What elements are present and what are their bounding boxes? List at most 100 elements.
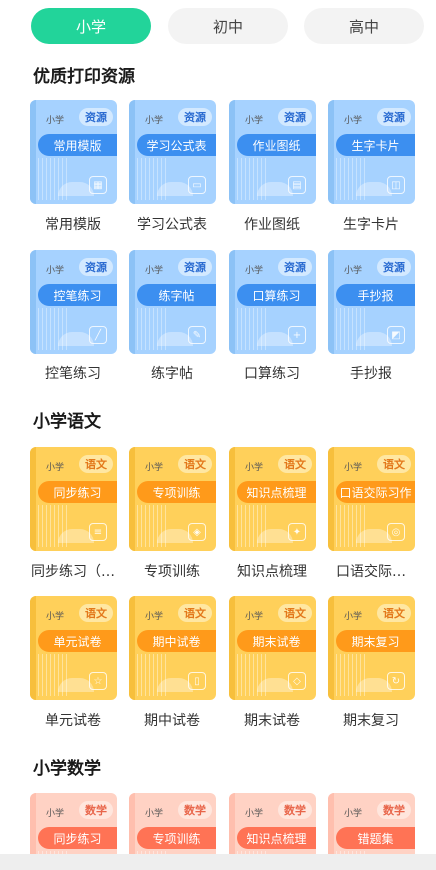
card-label[interactable]: 期末复习 — [323, 710, 419, 730]
card-subject-badge: 资源 — [377, 258, 411, 276]
card-label[interactable]: 期末试卷 — [224, 710, 320, 730]
brush-icon: ✎ — [188, 326, 206, 344]
card-subject-badge: 数学 — [278, 801, 312, 819]
resource-card[interactable]: 小学 资源 手抄报 ◩ — [328, 250, 415, 354]
card-label[interactable]: 专项训练 — [124, 561, 220, 581]
card-subject-badge: 数学 — [377, 801, 411, 819]
tab-primary[interactable]: 小学 — [31, 8, 151, 44]
card-subject-badge: 资源 — [278, 258, 312, 276]
grade-tabs: 小学 初中 高中 — [31, 8, 424, 44]
card-subject-badge: 资源 — [278, 108, 312, 126]
card-ribbon-title: 生字卡片 — [336, 134, 415, 156]
resource-card[interactable]: 小学 语文 期中试卷 ▯ — [129, 596, 216, 700]
card-label[interactable]: 同步练习（… — [25, 561, 121, 581]
card-ribbon-title: 知识点梳理 — [237, 827, 316, 849]
card-subject-badge: 语文 — [79, 455, 113, 473]
pen-icon: ╱ — [89, 326, 107, 344]
bottom-bar — [0, 854, 436, 870]
card-ribbon-title: 手抄报 — [336, 284, 415, 306]
card-grade: 小学 — [46, 266, 65, 276]
book-spine — [30, 447, 36, 551]
section-title-print-resources: 优质打印资源 — [33, 67, 135, 87]
card-ribbon-title: 口算练习 — [237, 284, 316, 306]
card-ribbon-title: 期末试卷 — [237, 630, 316, 652]
resource-card[interactable]: 小学 资源练字帖 ✎ — [129, 250, 216, 354]
bulb-icon: ✦ — [288, 523, 306, 541]
card-subject-badge: 资源 — [79, 108, 113, 126]
card-label[interactable]: 手抄报 — [323, 363, 419, 383]
card-ribbon-title: 常用模版 — [38, 134, 117, 156]
test-icon: ◇ — [288, 672, 306, 690]
card-label[interactable]: 控笔练习 — [25, 363, 121, 383]
grid-icon: ▦ — [89, 176, 107, 194]
resource-card[interactable]: 小学 资源 生字卡片 ◫ — [328, 100, 415, 204]
resource-card[interactable]: 小学 语文 期末试卷 ◇ — [229, 596, 316, 700]
resource-card[interactable]: 小学 语文 口语交际习作 ◎ — [328, 447, 415, 551]
resource-card[interactable]: 小学 资源 口算练习 + — [229, 250, 316, 354]
book-spine — [30, 250, 36, 354]
card-subject-badge: 数学 — [178, 801, 212, 819]
card-subject-badge: 数学 — [79, 801, 113, 819]
book-spine — [129, 447, 135, 551]
card-ribbon-title: 错题集 — [336, 827, 415, 849]
card-ribbon-title: 期中试卷 — [137, 630, 216, 652]
resource-card[interactable]: 小学 资源 作业图纸 ▤ — [229, 100, 316, 204]
card-subject-badge: 资源 — [178, 258, 212, 276]
card-label[interactable]: 作业图纸 — [224, 214, 320, 234]
resource-card[interactable]: 小学 资源 学习公式表 ▭ — [129, 100, 216, 204]
card-grade: 小学 — [145, 266, 164, 276]
card-label[interactable]: 常用模版 — [25, 214, 121, 234]
card-grade: 小学 — [344, 266, 363, 276]
resource-card[interactable]: 小学 语文 专项训练 ◈ — [129, 447, 216, 551]
resource-card[interactable]: 小学 语文 同步练习 ≡ — [30, 447, 117, 551]
card-subject-badge: 资源 — [178, 108, 212, 126]
card-ribbon-title: 期末复习 — [336, 630, 415, 652]
section-title-math: 小学数学 — [33, 759, 101, 779]
tab-junior-high[interactable]: 初中 — [168, 8, 288, 44]
card-grade: 小学 — [245, 463, 264, 473]
card-subject-badge: 资源 — [377, 108, 411, 126]
tab-senior-high[interactable]: 高中 — [304, 8, 424, 44]
card-grade: 小学 — [245, 266, 264, 276]
card-grade: 小学 — [344, 612, 363, 622]
card-label[interactable]: 期中试卷 — [124, 710, 220, 730]
book-spine — [129, 250, 135, 354]
card-icon: ◫ — [387, 176, 405, 194]
card-label[interactable]: 学习公式表 — [124, 214, 220, 234]
card-label[interactable]: 生字卡片 — [323, 214, 419, 234]
card-ribbon-title: 口语交际习作 — [336, 481, 415, 503]
book-spine — [129, 596, 135, 700]
chart-icon: ▭ — [188, 176, 206, 194]
book-spine — [30, 596, 36, 700]
card-subject-badge: 语文 — [278, 455, 312, 473]
card-grade: 小学 — [145, 809, 164, 819]
book-spine — [229, 100, 235, 204]
book-spine — [229, 250, 235, 354]
resource-card[interactable]: 小学 语文 单元试卷 ☆ — [30, 596, 117, 700]
card-ribbon-title: 练字帖 — [137, 284, 216, 306]
resource-card[interactable]: 小学 语文 知识点梳理 ✦ — [229, 447, 316, 551]
book-spine — [328, 596, 334, 700]
resource-card[interactable]: 小学 资源 控笔练习 ╱ — [30, 250, 117, 354]
card-ribbon-title: 专项训练 — [137, 481, 216, 503]
card-grade: 小学 — [145, 463, 164, 473]
card-label[interactable]: 知识点梳理 — [224, 561, 320, 581]
book-spine — [229, 596, 235, 700]
card-ribbon-title: 同步练习 — [38, 481, 117, 503]
resource-card[interactable]: 小学 语文 期末复习 ↻ — [328, 596, 415, 700]
card-subject-badge: 语文 — [377, 455, 411, 473]
card-label[interactable]: 单元试卷 — [25, 710, 121, 730]
card-label[interactable]: 口语交际… — [323, 561, 419, 581]
card-grade: 小学 — [145, 612, 164, 622]
section-title-chinese: 小学语文 — [33, 412, 101, 432]
book-spine — [328, 447, 334, 551]
book-spine — [328, 250, 334, 354]
review-icon: ↻ — [387, 672, 405, 690]
speech-icon: ◎ — [387, 523, 405, 541]
card-label[interactable]: 练字帖 — [124, 363, 220, 383]
card-subject-badge: 语文 — [278, 604, 312, 622]
card-subject-badge: 语文 — [178, 604, 212, 622]
resource-card[interactable]: 小学 资源 常用模版 ▦ — [30, 100, 117, 204]
card-grade: 小学 — [245, 809, 264, 819]
card-label[interactable]: 口算练习 — [224, 363, 320, 383]
